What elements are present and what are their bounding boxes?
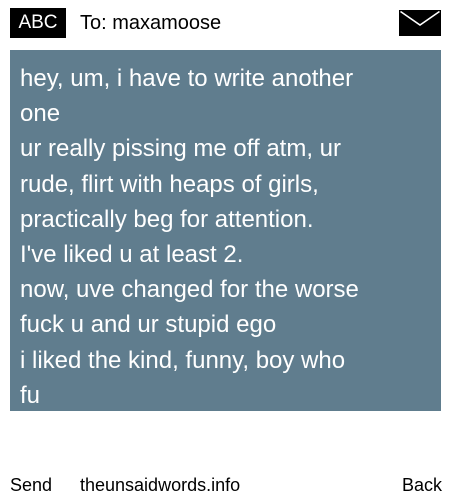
envelope-icon [399, 10, 441, 36]
message-line: fu [20, 381, 41, 409]
message-body[interactable]: hey, um, i have to write another one ur … [10, 50, 441, 411]
send-button[interactable]: Send [10, 470, 52, 500]
recipient-label: To: maxamoose [80, 12, 222, 34]
back-button[interactable]: Back [402, 470, 442, 500]
site-link[interactable]: theunsaidwords.info [80, 470, 240, 500]
footer-bar: Send theunsaidwords.info Back [0, 470, 450, 500]
message-line: hey, um, i have to write another [20, 65, 354, 92]
message-line: rude, flirt with heaps of girls, [20, 170, 319, 198]
input-mode-badge[interactable]: ABC [10, 8, 66, 38]
message-line: one [20, 100, 61, 128]
message-line: now, uve changed for the worse [20, 276, 359, 304]
message-line: ur really pissing me off atm, ur [20, 135, 342, 163]
message-line: I've liked u at least 2. [20, 241, 244, 269]
header-bar: ABC To: maxamoose [0, 0, 450, 46]
message-line: fuck u and ur stupid ego [20, 311, 277, 339]
message-line: i liked the kind, funny, boy who [20, 346, 346, 374]
message-line: practically beg for attention. [20, 205, 314, 233]
